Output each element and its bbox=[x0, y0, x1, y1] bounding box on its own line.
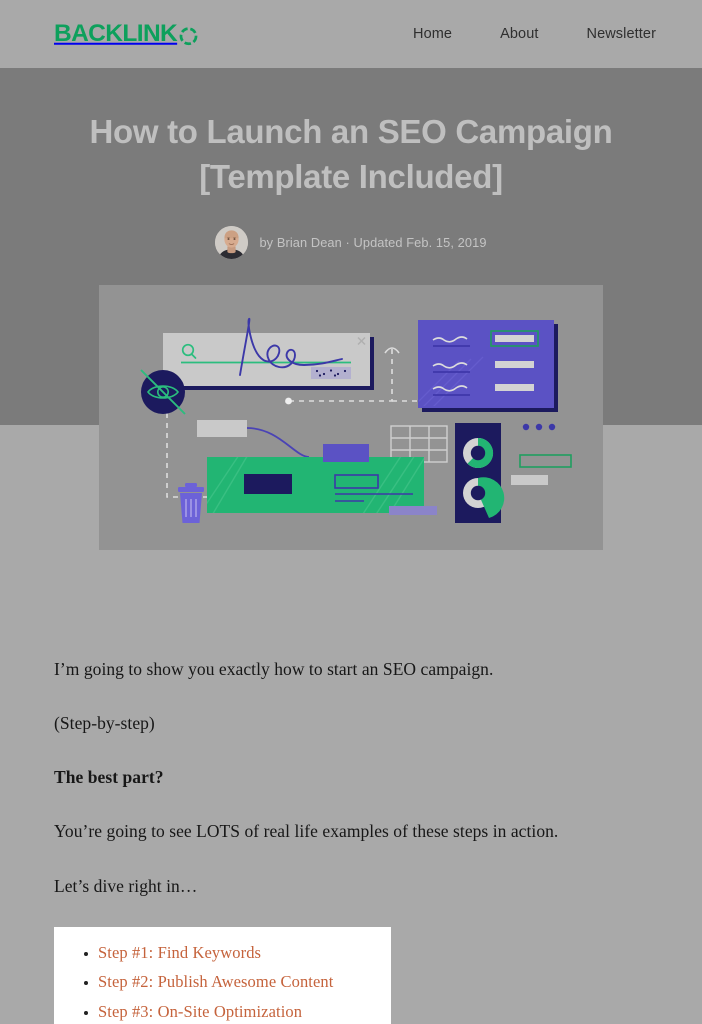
paragraph-best-part: The best part? bbox=[54, 767, 164, 788]
paragraph-step-note: (Step-by-step) bbox=[54, 713, 155, 734]
toc-list: Step #1: Find Keywords Step #2: Publish … bbox=[54, 943, 391, 1024]
dashed-circle-o-icon bbox=[178, 26, 199, 47]
nav-link-newsletter[interactable]: Newsletter bbox=[587, 26, 657, 42]
page-root: BACKLINK Home About Newsletter How to La… bbox=[0, 0, 702, 1024]
list-item: Step #1: Find Keywords bbox=[54, 943, 391, 962]
page-title-line-2: [Template Included] bbox=[199, 157, 503, 195]
byline-text: by Brian Dean · Updated Feb. 15, 2019 bbox=[259, 234, 487, 250]
toc-link-step-2[interactable]: Step #2: Publish Awesome Content bbox=[98, 972, 333, 991]
byline: by Brian Dean · Updated Feb. 15, 2019 bbox=[0, 225, 702, 259]
site-header: BACKLINK Home About Newsletter bbox=[0, 0, 702, 68]
page-title: How to Launch an SEO Campaign [Template … bbox=[71, 110, 631, 200]
table-of-contents: Step #1: Find Keywords Step #2: Publish … bbox=[54, 926, 391, 1024]
article-content: I’m going to show you exactly how to sta… bbox=[0, 630, 702, 1024]
paragraph-intro: I’m going to show you exactly how to sta… bbox=[54, 659, 494, 679]
toc-link-step-3[interactable]: Step #3: On-Site Optimization bbox=[98, 1002, 302, 1021]
hero-illustration bbox=[99, 285, 603, 550]
logo-text: BACKLINK bbox=[54, 19, 178, 47]
list-item: Step #3: On-Site Optimization bbox=[54, 1002, 391, 1021]
nav-link-home[interactable]: Home bbox=[413, 26, 452, 42]
page-title-line-1: How to Launch an SEO Campaign bbox=[89, 113, 613, 150]
nav-link-about[interactable]: About bbox=[500, 26, 538, 42]
paragraph-dive-in: Let’s dive right in… bbox=[54, 875, 198, 896]
main-nav: Home About Newsletter bbox=[413, 26, 656, 42]
site-logo[interactable]: BACKLINK bbox=[54, 19, 199, 47]
paragraph-examples: You’re going to see LOTS of real life ex… bbox=[54, 821, 559, 842]
toc-link-step-1[interactable]: Step #1: Find Keywords bbox=[98, 943, 261, 962]
list-item: Step #2: Publish Awesome Content bbox=[54, 972, 391, 991]
avatar bbox=[215, 225, 249, 259]
